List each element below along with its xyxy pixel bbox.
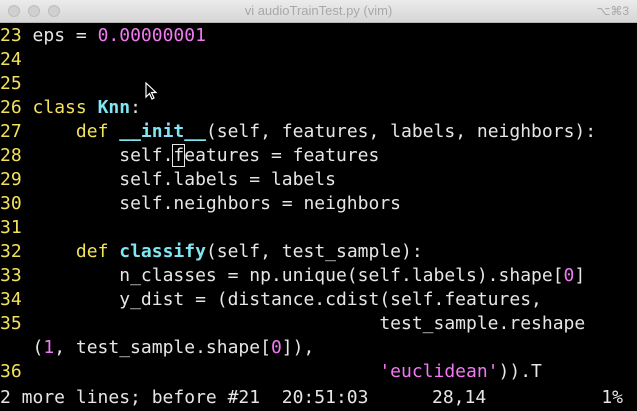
line-number: 29 — [0, 169, 22, 190]
code-text: ]), — [281, 337, 315, 358]
code-text: (self, features, labels, neighbors): — [205, 121, 597, 142]
line-number: 36 — [0, 361, 22, 382]
window-shortcut: ⌥⌘3 — [596, 4, 629, 18]
code-line-26[interactable]: 26 class Knn: — [0, 96, 141, 120]
line-number: 32 — [0, 241, 22, 262]
code-text: , test_sample.shape[ — [54, 337, 271, 358]
code-text: : — [130, 97, 141, 118]
scroll-percent: 1% — [601, 387, 623, 408]
code-line-23[interactable]: 23 eps = 0.00000001 — [0, 24, 206, 48]
vim-editor[interactable]: 23 eps = 0.00000001 24 25 26 class Knn: … — [0, 23, 637, 411]
code-line-27[interactable]: 27 def __init__(self, features, labels, … — [0, 120, 596, 144]
code-function-name: __init__ — [119, 121, 206, 142]
cursor-position: 28,14 — [432, 387, 487, 408]
code-line-30[interactable]: 30 self.neighbors = neighbors — [0, 192, 401, 216]
code-text: )).T — [498, 361, 542, 382]
window-titlebar: vi audioTrainTest.py (vim) ⌥⌘3 — [0, 0, 637, 23]
vim-status-line: 2 more lines; before #21 20:51:03 28,14 1% — [0, 386, 637, 410]
code-line-28[interactable]: 28 self.features = features — [0, 144, 379, 168]
code-text: eatures = features — [184, 145, 380, 166]
line-number: 30 — [0, 193, 22, 214]
code-text: self. — [32, 145, 174, 166]
code-keyword: def — [75, 241, 120, 262]
line-number: 34 — [0, 289, 22, 310]
text-cursor: f — [172, 144, 186, 167]
code-text: ] — [574, 265, 586, 286]
code-string: 'euclidean' — [379, 361, 499, 382]
code-line-24[interactable]: 24 — [0, 48, 22, 72]
code-line-34[interactable]: 34 y_dist = (distance.cdist(self.feature… — [0, 288, 542, 312]
code-text: y_dist = (distance.cdist(self.features, — [32, 289, 542, 310]
code-number: 0 — [270, 337, 282, 358]
code-line-35[interactable]: 35 test_sample.reshape — [0, 312, 585, 336]
code-number: 1 — [43, 337, 55, 358]
mouse-pointer-icon — [145, 82, 158, 100]
code-line-36[interactable]: 36 'euclidean')).T — [0, 360, 542, 384]
line-number: 27 — [0, 121, 22, 142]
code-text: eps = — [32, 25, 98, 46]
code-line-32[interactable]: 32 def classify(self, test_sample): — [0, 240, 423, 264]
line-number: 31 — [0, 217, 22, 238]
line-number: 26 — [0, 97, 22, 118]
code-text: test_sample.reshape — [32, 313, 586, 334]
code-text: ( — [32, 337, 44, 358]
code-class-name: Knn — [97, 97, 131, 118]
line-number: 23 — [0, 25, 22, 46]
code-line-29[interactable]: 29 self.labels = labels — [0, 168, 336, 192]
code-number: 0 — [563, 265, 575, 286]
code-line-33[interactable]: 33 n_classes = np.unique(self.labels).sh… — [0, 264, 585, 288]
code-text: self.neighbors = neighbors — [32, 193, 401, 214]
line-number: 33 — [0, 265, 22, 286]
code-text: n_classes = np.unique(self.labels).shape… — [32, 265, 564, 286]
code-function-name: classify — [119, 241, 206, 262]
code-line-31[interactable]: 31 — [0, 216, 22, 240]
code-text: self.labels = labels — [32, 169, 336, 190]
code-keyword: class — [32, 97, 98, 118]
line-number: 28 — [0, 145, 22, 166]
status-message: 2 more lines; before #21 20:51:03 — [0, 387, 369, 408]
line-number: 35 — [0, 313, 22, 334]
line-number: 24 — [0, 49, 22, 70]
window-title: vi audioTrainTest.py (vim) — [244, 3, 393, 18]
code-text: (self, test_sample): — [205, 241, 423, 262]
code-line-25[interactable]: 25 — [0, 72, 22, 96]
line-number: 25 — [0, 73, 22, 94]
code-keyword: def — [75, 121, 120, 142]
code-number: 0.00000001 — [97, 25, 206, 46]
code-line-35-wrap[interactable]: (1, test_sample.shape[0]), — [0, 336, 315, 360]
